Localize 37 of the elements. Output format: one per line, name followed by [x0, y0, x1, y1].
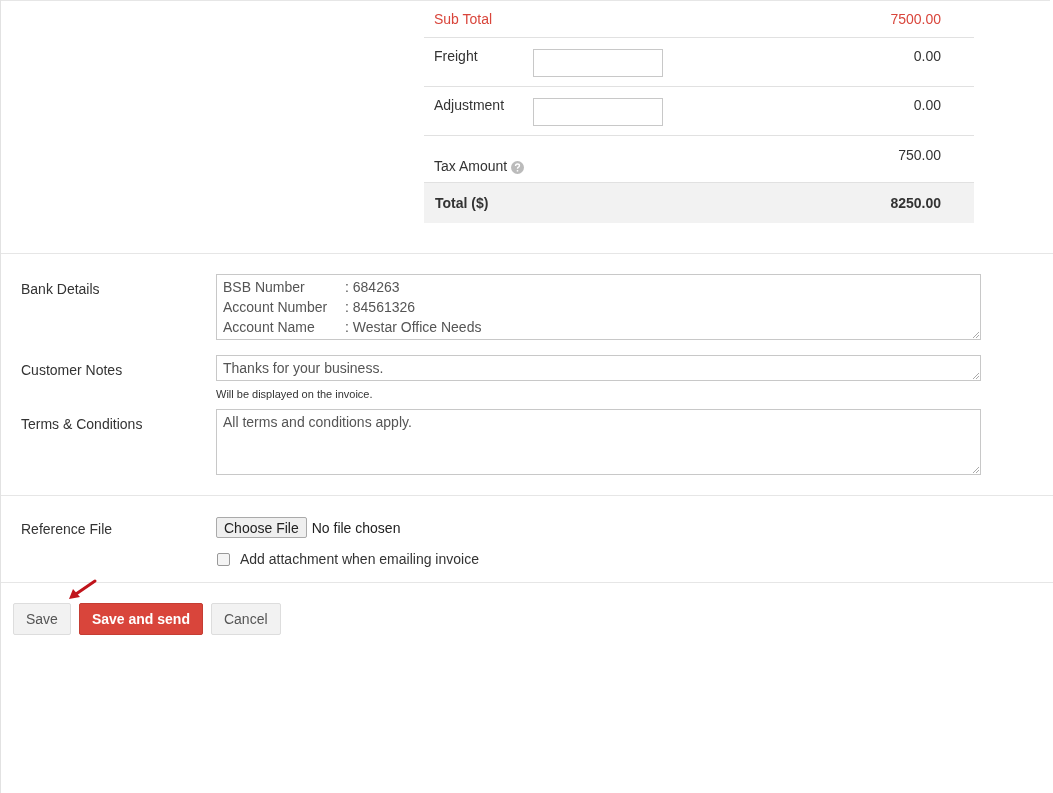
field-label: Customer Notes [21, 361, 124, 378]
resize-grip-icon[interactable] [973, 373, 979, 379]
field-label: Reference File [21, 520, 114, 537]
field-label: Bank Details [21, 280, 101, 297]
hint-text: Will be displayed on the invoice. [216, 388, 374, 400]
total-amount: 0.00 [913, 97, 941, 113]
checkbox[interactable] [217, 552, 230, 566]
terms-field[interactable]: All terms and conditions apply. [216, 409, 981, 475]
tax-amount: 750.00 [898, 147, 941, 163]
bank-detail-value: : 84561326 [345, 298, 416, 317]
total-amount: 8250.00 [890, 195, 941, 211]
total-label: Total ($) [435, 195, 489, 211]
bank-detail-value: : Westar Office Needs [345, 318, 482, 337]
bank-detail-value: : 684263 [345, 278, 400, 297]
resize-grip-icon[interactable] [973, 332, 979, 338]
total-label: Tax Amount [434, 157, 508, 174]
bank-details-field[interactable]: BSB Number : 684263 Account Number : 84561326 Account Name : Westar Office Needs [216, 274, 981, 340]
choose-file-button[interactable]: Choose File [216, 517, 307, 538]
bank-detail-label: BSB Number [223, 278, 306, 297]
checkbox-label: Add attachment when emailing invoice [240, 551, 479, 567]
save-button[interactable]: Save [13, 603, 71, 635]
resize-grip-icon[interactable] [973, 467, 979, 473]
total-label: Freight [434, 48, 479, 64]
file-status: No file chosen [311, 519, 401, 536]
cancel-button[interactable]: Cancel [210, 603, 281, 635]
subtotal-label: Sub Total [434, 11, 493, 27]
help-icon[interactable] [511, 161, 525, 174]
save-and-send-button[interactable]: Save and send [78, 603, 203, 635]
total-label: Adjustment [434, 97, 506, 113]
input-field[interactable] [533, 98, 663, 126]
input-field[interactable] [533, 49, 663, 77]
subtotal-amount: 7500.00 [890, 11, 941, 27]
bank-detail-label: Account Name [223, 318, 316, 337]
field-label: Terms & Conditions [21, 415, 144, 432]
total-amount: 0.00 [913, 48, 941, 64]
bank-detail-label: Account Number [223, 298, 329, 317]
notes-field[interactable]: Thanks for your business. [216, 355, 981, 381]
